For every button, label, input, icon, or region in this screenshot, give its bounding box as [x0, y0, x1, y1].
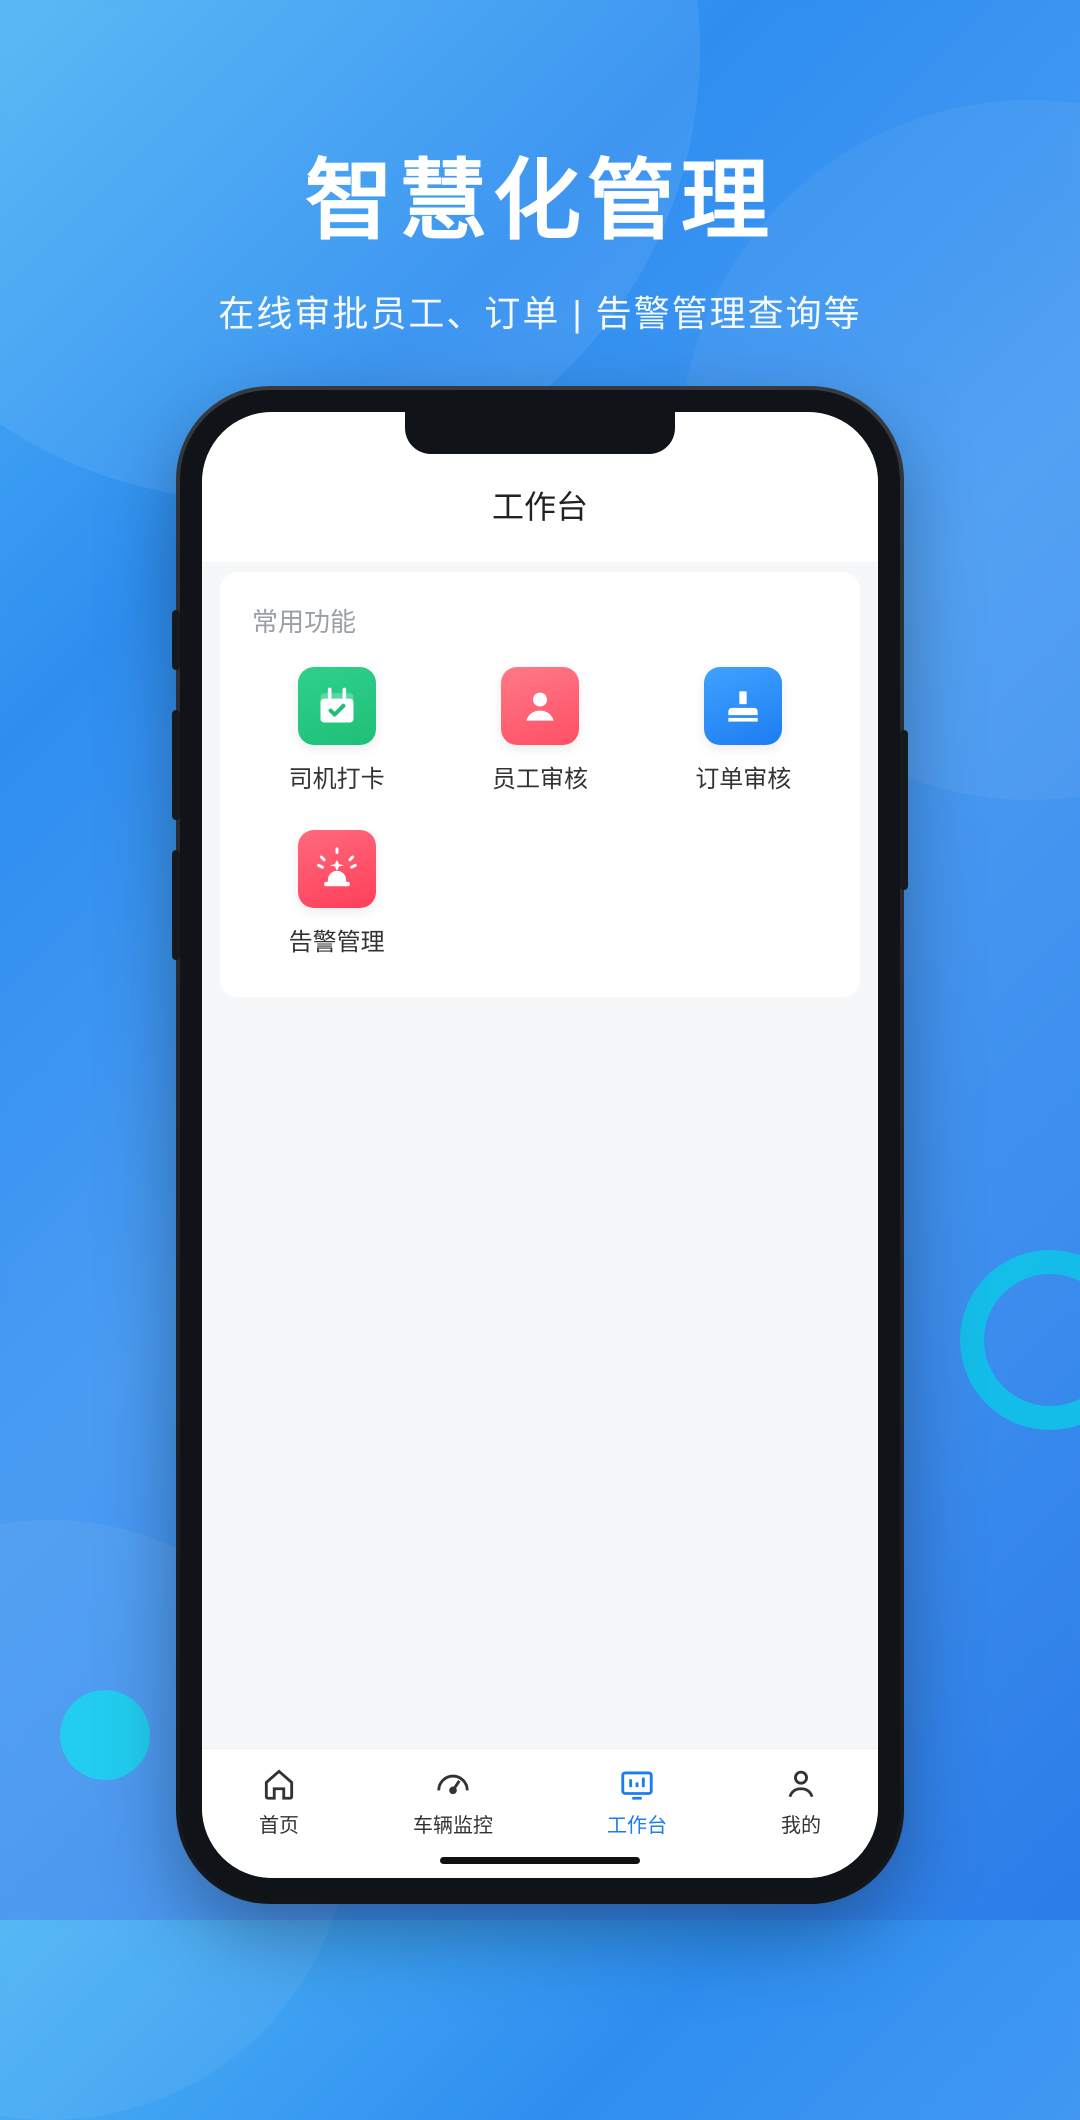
function-label: 告警管理 [289, 922, 385, 957]
person-icon [782, 1765, 820, 1803]
phone-side-button-icon [172, 610, 180, 670]
workbench-icon [618, 1765, 656, 1803]
function-driver-checkin[interactable]: 司机打卡 [240, 667, 433, 794]
home-indicator-icon [440, 1857, 640, 1864]
promo-heading: 智慧化管理 在线审批员工、订单 | 告警管理查询等 [0, 0, 1080, 337]
phone-side-button-icon [172, 850, 180, 960]
gauge-icon [434, 1765, 472, 1803]
function-label: 订单审核 [695, 759, 791, 794]
calendar-check-icon [298, 667, 376, 745]
function-label: 司机打卡 [289, 759, 385, 794]
promo-title: 智慧化管理 [0, 130, 1080, 257]
page-title: 工作台 [202, 482, 878, 528]
home-icon [260, 1765, 298, 1803]
nav-workbench[interactable]: 工作台 [607, 1765, 667, 1838]
alarm-icon [298, 830, 376, 908]
nav-vehicle-monitor[interactable]: 车辆监控 [413, 1765, 493, 1838]
section-label: 常用功能 [240, 602, 840, 639]
nav-label: 首页 [259, 1809, 299, 1838]
deco-circle-icon [60, 1690, 150, 1780]
promo-subtitle: 在线审批员工、订单 | 告警管理查询等 [0, 285, 1080, 337]
phone-side-button-icon [172, 710, 180, 820]
phone-side-button-icon [900, 730, 908, 890]
phone-screen: 工作台 常用功能 司机打卡 员工审核 [202, 412, 878, 1878]
person-icon [501, 667, 579, 745]
deco-ring-icon [960, 1250, 1080, 1430]
phone-frame: 工作台 常用功能 司机打卡 员工审核 [180, 390, 900, 1900]
function-label: 员工审核 [492, 759, 588, 794]
common-functions-card: 常用功能 司机打卡 员工审核 [220, 572, 860, 997]
functions-grid: 司机打卡 员工审核 订单审核 [240, 667, 840, 957]
nav-label: 车辆监控 [413, 1809, 493, 1838]
nav-label: 工作台 [607, 1809, 667, 1838]
phone-mockup: 工作台 常用功能 司机打卡 员工审核 [180, 390, 900, 1900]
nav-profile[interactable]: 我的 [781, 1765, 821, 1838]
stamp-icon [704, 667, 782, 745]
function-alert-management[interactable]: 告警管理 [240, 830, 433, 957]
bottom-nav: 首页 车辆监控 工作台 [202, 1748, 878, 1878]
phone-notch-icon [405, 412, 675, 454]
nav-home[interactable]: 首页 [259, 1765, 299, 1838]
function-order-review[interactable]: 订单审核 [647, 667, 840, 794]
function-employee-review[interactable]: 员工审核 [443, 667, 636, 794]
nav-label: 我的 [781, 1809, 821, 1838]
